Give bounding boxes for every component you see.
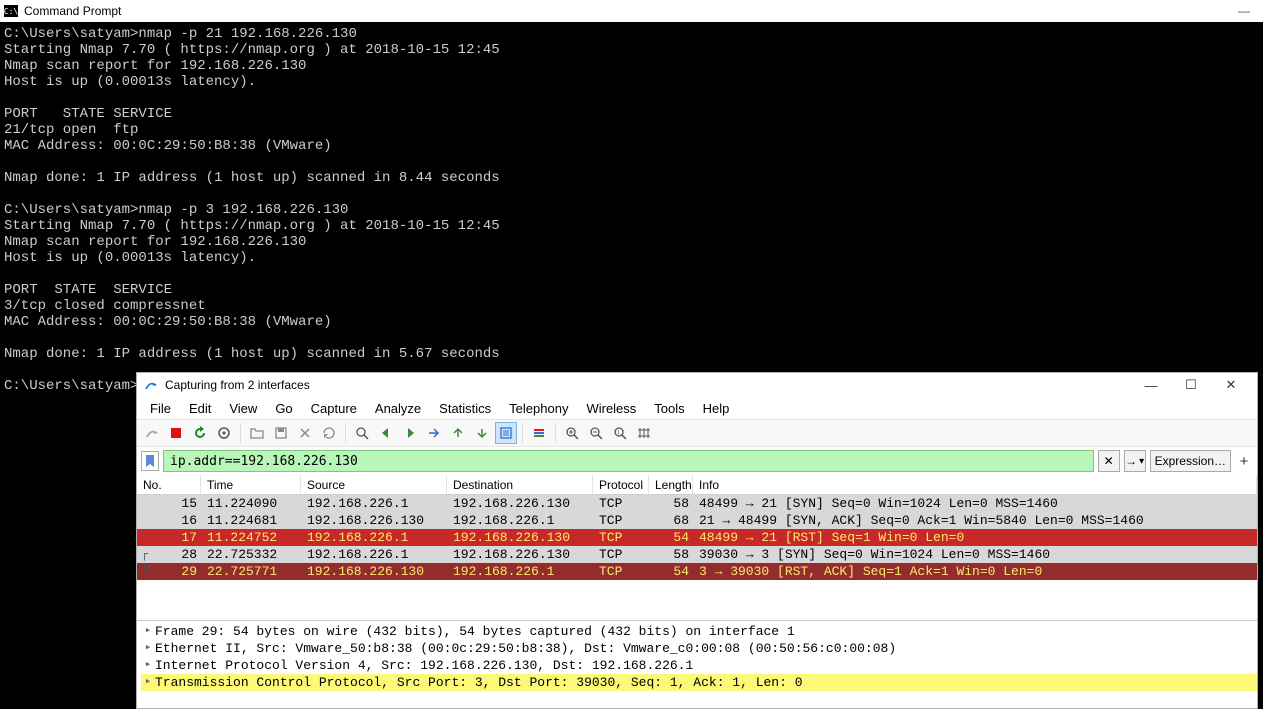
zoom-in-icon[interactable] (561, 422, 583, 444)
col-time[interactable]: Time (201, 475, 301, 494)
packet-list-blank (137, 580, 1257, 620)
go-to-packet-icon[interactable] (423, 422, 445, 444)
save-file-icon[interactable] (270, 422, 292, 444)
close-button[interactable]: ✕ (1211, 373, 1251, 397)
minimize-button[interactable]: — (1229, 0, 1259, 22)
expand-icon[interactable]: ▸ (141, 657, 155, 674)
resize-columns-icon[interactable] (633, 422, 655, 444)
menu-capture[interactable]: Capture (302, 399, 366, 418)
go-last-icon[interactable] (471, 422, 493, 444)
col-info[interactable]: Info (693, 475, 1257, 494)
detail-line[interactable]: ▸Transmission Control Protocol, Src Port… (141, 674, 1257, 691)
menu-help[interactable]: Help (694, 399, 739, 418)
menu-tools[interactable]: Tools (645, 399, 693, 418)
col-no[interactable]: No. (137, 475, 201, 494)
packet-list[interactable]: 1511.224090192.168.226.1192.168.226.130T… (137, 495, 1257, 580)
apply-filter-button[interactable]: → (1124, 450, 1146, 472)
go-first-icon[interactable] (447, 422, 469, 444)
col-prot[interactable]: Protocol (593, 475, 649, 494)
clear-filter-button[interactable]: ✕ (1098, 450, 1120, 472)
menu-statistics[interactable]: Statistics (430, 399, 500, 418)
packet-row[interactable]: 1711.224752192.168.226.1192.168.226.130T… (137, 529, 1257, 546)
menu-go[interactable]: Go (266, 399, 301, 418)
add-filter-button[interactable]: + (1235, 453, 1253, 470)
menu-file[interactable]: File (141, 399, 180, 418)
col-dst[interactable]: Destination (447, 475, 593, 494)
capture-options-icon[interactable] (213, 422, 235, 444)
auto-scroll-icon[interactable] (495, 422, 517, 444)
packet-row[interactable]: 1611.224681192.168.226.130192.168.226.1T… (137, 512, 1257, 529)
menu-view[interactable]: View (220, 399, 266, 418)
cmd-titlebar[interactable]: C:\ Command Prompt — (0, 0, 1263, 22)
col-len[interactable]: Length (649, 475, 693, 494)
expression-button[interactable]: Expression… (1150, 450, 1231, 472)
packet-row[interactable]: 2822.725332192.168.226.1192.168.226.130T… (137, 546, 1257, 563)
ws-filterbar: ✕ → Expression… + (137, 447, 1257, 475)
expand-icon[interactable]: ▸ (141, 623, 155, 640)
go-back-icon[interactable] (375, 422, 397, 444)
packet-details[interactable]: ▸Frame 29: 54 bytes on wire (432 bits), … (137, 620, 1257, 691)
zoom-reset-icon[interactable]: 1 (609, 422, 631, 444)
expand-icon[interactable]: ▸ (141, 640, 155, 657)
stop-capture-icon[interactable] (165, 422, 187, 444)
start-capture-icon[interactable] (141, 422, 163, 444)
wireshark-window: Capturing from 2 interfaces — ☐ ✕ File E… (136, 372, 1258, 709)
ws-menubar: File Edit View Go Capture Analyze Statis… (137, 397, 1257, 419)
menu-wireless[interactable]: Wireless (577, 399, 645, 418)
ws-titlebar[interactable]: Capturing from 2 interfaces — ☐ ✕ (137, 373, 1257, 397)
packet-list-header[interactable]: No. Time Source Destination Protocol Len… (137, 475, 1257, 495)
maximize-button[interactable]: ☐ (1171, 373, 1211, 397)
reload-file-icon[interactable] (318, 422, 340, 444)
colorize-icon[interactable] (528, 422, 550, 444)
cmd-icon: C:\ (4, 5, 18, 17)
menu-edit[interactable]: Edit (180, 399, 220, 418)
detail-line[interactable]: ▸Frame 29: 54 bytes on wire (432 bits), … (141, 623, 1257, 640)
detail-line[interactable]: ▸Internet Protocol Version 4, Src: 192.1… (141, 657, 1257, 674)
ws-toolbar: 1 (137, 419, 1257, 447)
col-src[interactable]: Source (301, 475, 447, 494)
cmd-title: Command Prompt (24, 4, 121, 18)
packet-row[interactable]: 1511.224090192.168.226.1192.168.226.130T… (137, 495, 1257, 512)
open-file-icon[interactable] (246, 422, 268, 444)
go-forward-icon[interactable] (399, 422, 421, 444)
find-packet-icon[interactable] (351, 422, 373, 444)
detail-line[interactable]: ▸Ethernet II, Src: Vmware_50:b8:38 (00:0… (141, 640, 1257, 657)
filter-bookmark-icon[interactable] (141, 451, 159, 471)
packet-row[interactable]: 2922.725771192.168.226.130192.168.226.1T… (137, 563, 1257, 580)
expand-icon[interactable]: ▸ (141, 674, 155, 691)
zoom-out-icon[interactable] (585, 422, 607, 444)
close-file-icon[interactable] (294, 422, 316, 444)
menu-analyze[interactable]: Analyze (366, 399, 430, 418)
wireshark-icon (143, 377, 159, 393)
ws-title: Capturing from 2 interfaces (165, 378, 310, 392)
svg-text:1: 1 (617, 430, 620, 436)
restart-capture-icon[interactable] (189, 422, 211, 444)
minimize-button[interactable]: — (1131, 373, 1171, 397)
menu-telephony[interactable]: Telephony (500, 399, 577, 418)
display-filter-input[interactable] (163, 450, 1094, 472)
